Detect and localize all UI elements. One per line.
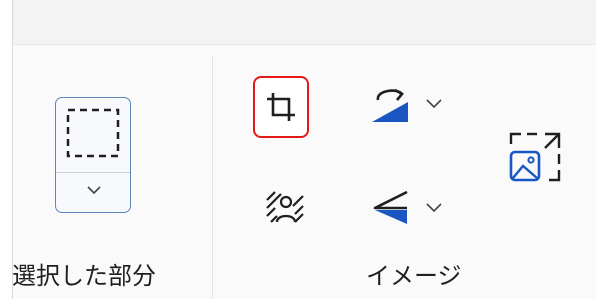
dashed-rectangle-select-icon: [66, 108, 120, 160]
flip-chevron-down-icon[interactable]: [426, 203, 442, 213]
remove-background-button[interactable]: [263, 188, 307, 228]
crop-button[interactable]: [253, 76, 309, 138]
ribbon-top-bar: [12, 0, 596, 45]
select-button-split: [56, 172, 130, 173]
crop-icon: [264, 90, 298, 124]
group-divider: [212, 55, 213, 299]
image-group-label: イメージ: [366, 262, 462, 290]
selection-group-label: 選択した部分: [12, 262, 156, 290]
select-button[interactable]: [55, 97, 131, 213]
flip-button[interactable]: [364, 186, 418, 230]
chevron-down-icon[interactable]: [87, 186, 101, 195]
flip-icon: [369, 188, 413, 228]
remove-background-icon: [265, 190, 305, 226]
resize-image-icon: [505, 126, 565, 186]
rotate-icon: [368, 84, 414, 126]
resize-image-button[interactable]: [503, 124, 567, 188]
rotate-chevron-down-icon[interactable]: [426, 99, 442, 109]
rotate-button[interactable]: [364, 82, 418, 128]
